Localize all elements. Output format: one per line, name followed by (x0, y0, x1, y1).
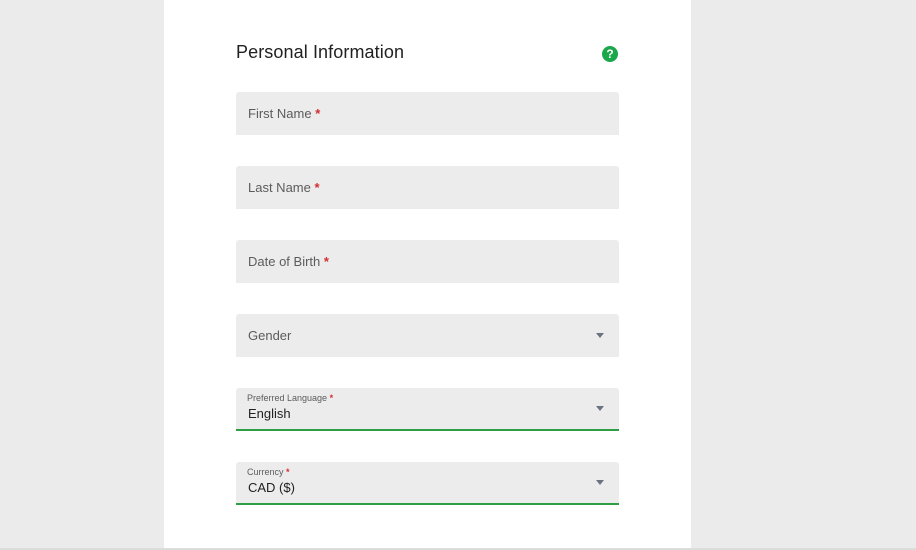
preferred-language-value: English (248, 406, 291, 421)
currency-label: Currency * (247, 467, 290, 477)
date-of-birth-label: Date of Birth * (248, 254, 329, 269)
last-name-label: Last Name * (248, 180, 320, 195)
personal-information-card: Personal Information ? First Name * Last… (164, 0, 691, 548)
preferred-language-select[interactable]: Preferred Language * English (236, 388, 619, 431)
preferred-language-label: Preferred Language * (247, 393, 334, 403)
gender-select[interactable]: Gender (236, 314, 619, 357)
required-marker: * (323, 254, 329, 269)
required-marker: * (314, 180, 320, 195)
required-marker: * (329, 393, 334, 403)
last-name-field[interactable]: Last Name * (236, 166, 619, 209)
help-icon[interactable]: ? (602, 46, 618, 62)
chevron-down-icon[interactable] (596, 333, 604, 338)
first-name-field[interactable]: First Name * (236, 92, 619, 135)
chevron-down-icon[interactable] (596, 406, 604, 411)
first-name-label: First Name * (248, 106, 321, 121)
required-marker: * (315, 106, 321, 121)
currency-select[interactable]: Currency * CAD ($) (236, 462, 619, 505)
date-of-birth-field[interactable]: Date of Birth * (236, 240, 619, 283)
page-title: Personal Information (236, 42, 405, 62)
currency-value: CAD ($) (248, 480, 295, 495)
gender-label: Gender (248, 328, 292, 343)
required-marker: * (286, 467, 290, 477)
chevron-down-icon[interactable] (596, 480, 604, 485)
